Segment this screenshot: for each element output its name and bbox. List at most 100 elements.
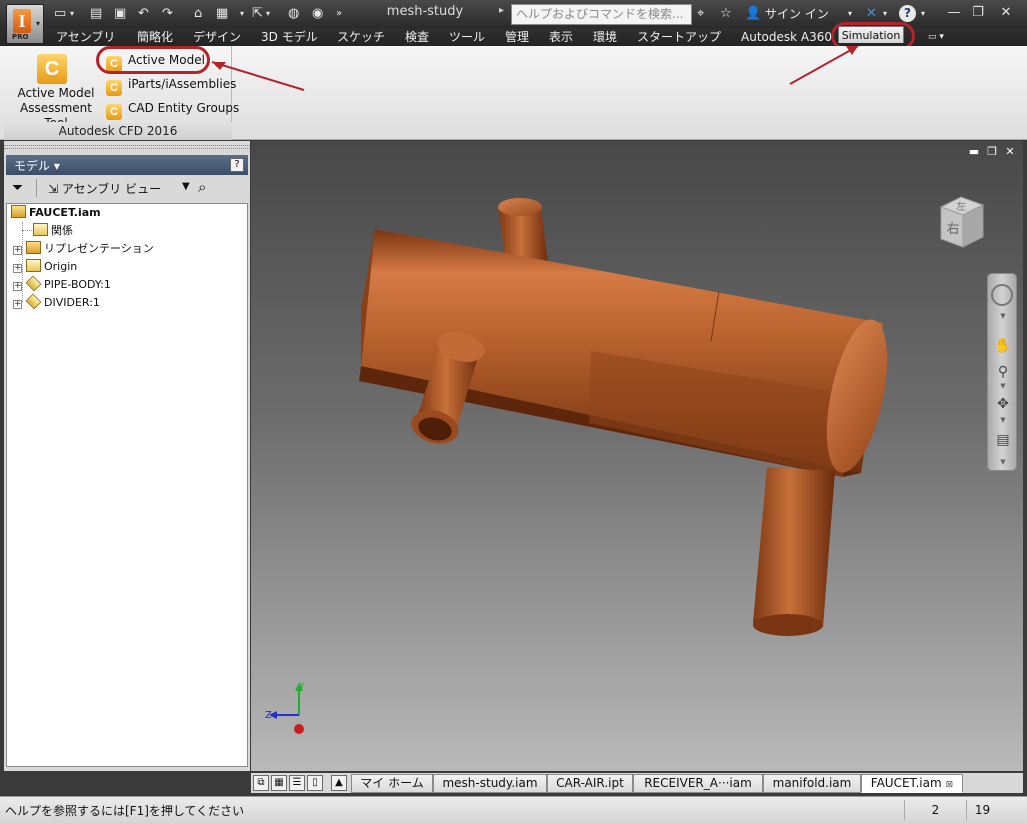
tab-3d-model[interactable]: 3D モデル [261,29,318,45]
chevron-down-icon[interactable]: ▼ [992,458,1014,466]
sign-in-button[interactable]: サイン イン [765,5,829,22]
doc-tab-manifold[interactable]: manifold.iam [763,774,861,793]
doc-tab-car-air[interactable]: CAR-AIR.ipt [547,774,633,793]
tab-view[interactable]: 表示 [549,29,573,45]
restore-icon[interactable]: ❐ [968,3,988,23]
redo-icon[interactable]: ↷ [162,5,173,23]
new-dropdown-icon[interactable]: ▾ [70,5,74,23]
tab-design[interactable]: デザイン [193,29,241,45]
filter-icon[interactable]: ⏷ [12,180,23,196]
expand-icon[interactable]: + [13,300,22,309]
tree-item-divider[interactable]: + DIVIDER:1 [13,293,100,312]
close-icon[interactable]: ✕ [996,3,1016,23]
expand-icon[interactable]: + [13,264,22,273]
tab-environment[interactable]: 環境 [593,29,617,45]
bottom-outlet-pipe[interactable] [753,467,835,636]
tab-simplify[interactable]: 簡略化 [137,29,173,45]
binoculars-find-icon[interactable]: ⌕ [198,178,206,196]
doc-tab-receiver[interactable]: RECEIVER_A···iam [633,774,763,793]
browser-toolbar: ⏷ ⇲ アセンブリ ビュー ▼ ⌕ [6,177,248,199]
cad-entity-groups-label: CAD Entity Groups [128,101,240,115]
select-icon[interactable]: ⇱ [252,5,263,23]
expand-icon[interactable]: + [13,282,22,291]
document-list-up-icon[interactable]: ▲ [331,775,347,791]
save-icon[interactable]: ▣ [114,5,126,23]
viewport-close-icon[interactable]: ✕ [1003,145,1017,158]
tile-windows-icon[interactable]: ▦ [271,775,287,791]
viewport-restore-icon[interactable]: ❐ [985,145,999,158]
search-expand-icon[interactable]: ▸ [499,5,504,16]
help-dropdown-icon[interactable]: ▾ [921,5,925,23]
expand-icon[interactable]: + [13,246,22,255]
home-icon[interactable]: ⌂ [194,5,202,23]
open-icon[interactable]: ▤ [90,5,102,23]
browser-help-icon[interactable]: ? [230,158,244,172]
steering-wheel-icon[interactable] [991,284,1013,306]
chevron-down-icon[interactable]: ▼ [992,416,1014,424]
model-browser: モデル ▾ ? ⏷ ⇲ アセンブリ ビュー ▼ ⌕ FAUCET.iam 関係 … [4,141,250,771]
tree-item-root[interactable]: FAUCET.iam [11,204,101,222]
help-icon[interactable]: ? [899,5,916,22]
tab-sketch[interactable]: スケッチ [337,29,385,45]
tree-item-pipe-body[interactable]: + PIPE-BODY:1 [13,275,111,294]
viewport-minimize-icon[interactable]: ▬ [967,145,981,158]
doc-tab-my-home[interactable]: マイ ホーム [351,774,433,793]
pan-hand-icon[interactable]: ✋ [992,336,1014,356]
chevron-down-icon[interactable]: ▼ [182,181,190,192]
project-icon[interactable]: ▦ [216,5,228,23]
document-tab-bar: ⧉ ▦ ☰ ▯ ▲ マイ ホーム mesh-study.iam CAR-AIR.… [251,773,1023,793]
iparts-iassemblies-button[interactable]: CiParts/iAssemblies [106,74,236,96]
project-dropdown-icon[interactable]: ▾ [240,5,244,23]
help-search-input[interactable]: ヘルプおよびコマンドを検索... [511,4,692,25]
appearance-icon[interactable]: ◉ [312,5,323,23]
exchange-apps-icon[interactable]: ✕ [866,5,877,23]
more-tools-icon[interactable]: » [336,5,342,23]
zoom-icon[interactable]: ⚲ [992,362,1014,382]
exchange-dropdown-icon[interactable]: ▾ [883,5,887,23]
tree-item-relationships[interactable]: 関係 [33,222,73,240]
navigation-bar: ▼ ✋ ⚲ ▼ ✥ ▼ ▤ ▼ [987,273,1017,471]
tile-horizontal-icon[interactable]: ☰ [289,775,305,791]
browser-title-dropdown[interactable]: モデル ▾ [14,157,60,174]
tree-item-origin[interactable]: + Origin [13,258,77,276]
tab-assembly[interactable]: アセンブリ [56,29,115,45]
undo-icon[interactable]: ↶ [138,5,149,23]
tab-inspect[interactable]: 検査 [405,29,429,45]
select-dropdown-icon[interactable]: ▾ [266,5,270,23]
doc-tab-mesh-study[interactable]: mesh-study.iam [433,774,547,793]
doc-tab-faucet[interactable]: FAUCET.iam ⊠ [861,774,963,793]
ribbon-panel-title: Autodesk CFD 2016 [4,122,232,140]
ribbon-minimize-icon[interactable]: ▭ ▾ [928,29,944,45]
look-at-icon[interactable]: ▤ [992,430,1014,450]
cfd-icon: C [106,80,122,96]
chevron-down-icon[interactable]: ▼ [992,382,1014,390]
tab-tools[interactable]: ツール [449,29,485,45]
favorites-star-icon[interactable]: ☆ [720,5,732,23]
tab-autodesk-a360[interactable]: Autodesk A360 [741,29,832,45]
faucet-3d-model[interactable] [251,141,1023,771]
chevron-down-icon[interactable]: ▼ [992,312,1014,320]
cad-entity-groups-button[interactable]: C CAD Entity Groups [106,98,240,120]
cascade-windows-icon[interactable]: ⧉ [253,775,269,791]
application-menu-button[interactable]: I PRO ▾ [6,4,44,44]
assembly-icon [11,205,26,218]
orbit-icon[interactable]: ✥ [992,394,1014,414]
assembly-view-dropdown[interactable]: ⇲ アセンブリ ビュー [48,180,161,197]
status-help-text: ヘルプを参照するには[F1]を押してください [5,804,245,818]
tab-getting-started[interactable]: スタートアップ [637,29,721,45]
close-tab-icon[interactable]: ⊠ [946,780,954,790]
minimize-icon[interactable]: — [944,3,964,23]
sign-in-dropdown-icon[interactable]: ▾ [848,5,852,23]
cfd-assessment-icon[interactable]: C [37,54,67,84]
graphics-viewport[interactable]: ▬ ❐ ✕ 左 右 ▼ ✋ ⚲ ▼ ✥ ▼ ▤ ▼ Y Z [251,141,1023,771]
tree-item-representations[interactable]: + リプレゼンテーション [13,240,154,258]
view-cube[interactable]: 左 右 [937,193,987,249]
browser-drag-grip[interactable] [4,145,250,149]
material-icon[interactable]: ◍ [288,5,299,23]
user-icon[interactable]: 👤 [745,5,761,23]
tab-manage[interactable]: 管理 [505,29,529,45]
tile-vertical-icon[interactable]: ▯ [307,775,323,791]
new-file-icon[interactable]: ▭ [54,5,66,23]
toolbar-divider [36,179,37,197]
binoculars-icon[interactable]: ⌖ [697,5,704,23]
